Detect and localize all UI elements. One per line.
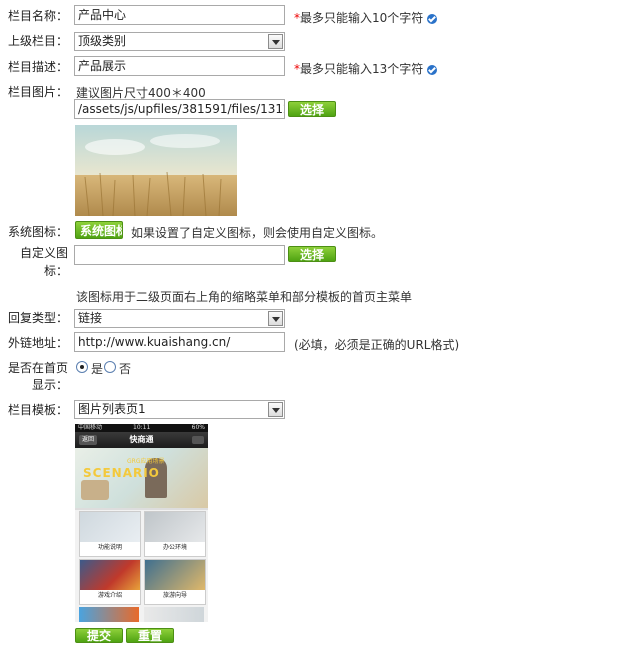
homepage-yes-label: 是 xyxy=(91,362,104,376)
tile-image xyxy=(145,560,205,590)
preview-tile: 旅游向导 xyxy=(144,559,206,605)
name-hint: *最多只能输入10个字符 xyxy=(294,9,438,26)
banner-small-text: GRG应用场景 xyxy=(127,458,165,465)
homepage-no-radio[interactable] xyxy=(104,361,116,373)
tile-label: 游戏介绍 xyxy=(97,592,122,599)
tile-image xyxy=(145,512,205,542)
tile-label: 办公环境 xyxy=(162,544,187,551)
check-icon xyxy=(427,64,438,75)
column-image xyxy=(75,125,237,216)
name-hint-text: 最多只能输入10个字符 xyxy=(300,11,424,25)
battery-text: 60% xyxy=(191,424,205,431)
desc-hint: *最多只能输入13个字符 xyxy=(294,60,438,77)
parent-select[interactable]: 顶级类别 xyxy=(74,32,285,51)
preview-tile-partial xyxy=(144,607,204,622)
name-input[interactable]: 产品中心 xyxy=(74,5,285,25)
template-label: 栏目模板： xyxy=(7,403,68,417)
choose-image-button[interactable]: 选择 xyxy=(288,101,336,117)
template-select-value: 图片列表页1 xyxy=(78,402,146,416)
tile-label: 功能说明 xyxy=(97,544,122,551)
submit-button[interactable]: 提交 xyxy=(75,628,123,643)
banner-shape xyxy=(81,480,109,500)
image-path-input[interactable]: /assets/js/upfiles/381591/files/131226 xyxy=(74,99,285,119)
parent-label: 上级栏目： xyxy=(7,34,68,48)
template-select[interactable]: 图片列表页1 xyxy=(74,400,285,419)
custom-icon-label-1: 自定义图 xyxy=(19,246,68,260)
preview-title: 快商通 xyxy=(129,435,154,444)
preview-tile-partial xyxy=(79,607,139,622)
carrier-text: 中国移动 xyxy=(78,424,103,431)
chevron-down-icon[interactable] xyxy=(268,402,283,417)
reply-type-label: 回复类型： xyxy=(7,311,68,325)
custom-icon-input[interactable] xyxy=(74,245,285,265)
preview-tile: 游戏介绍 xyxy=(79,559,141,605)
sys-icon-hint: 如果设置了自定义图标，则会使用自定义图标。 xyxy=(131,226,384,240)
link-label: 外链地址： xyxy=(7,336,68,350)
homepage-yes-radio[interactable] xyxy=(76,361,88,373)
custom-icon-desc: 该图标用于二级页面右上角的缩略菜单和部分模板的首页主菜单 xyxy=(76,290,413,304)
homepage-no-label: 否 xyxy=(119,362,132,376)
time-text: 10:11 xyxy=(133,424,151,431)
system-icon-button[interactable]: 系统图标 xyxy=(75,221,123,239)
custom-icon-label-2: 标： xyxy=(43,264,68,278)
template-preview: 中国移动 10:11 60% 返回 快商通 SCENARIO GRG应用场景 功… xyxy=(75,424,208,622)
name-label: 栏目名称： xyxy=(7,9,68,23)
desc-label: 栏目描述： xyxy=(7,60,68,74)
link-hint: (必填，必须是正确的URL格式) xyxy=(294,338,460,352)
banner-text: SCENARIO xyxy=(83,466,160,480)
check-icon xyxy=(427,13,438,24)
chevron-down-icon[interactable] xyxy=(268,34,283,49)
reply-type-select[interactable]: 链接 xyxy=(74,309,285,328)
tile-label: 旅游向导 xyxy=(162,592,187,599)
preview-tile: 功能说明 xyxy=(79,511,141,557)
chevron-down-icon[interactable] xyxy=(268,311,283,326)
preview-navbar: 返回 快商通 xyxy=(75,432,208,448)
reply-type-value: 链接 xyxy=(78,311,103,325)
reset-button[interactable]: 重置 xyxy=(126,628,174,643)
tile-image xyxy=(80,512,140,542)
preview-banner: SCENARIO GRG应用场景 xyxy=(75,448,208,508)
desc-hint-text: 最多只能输入13个字符 xyxy=(300,62,424,76)
status-bar: 中国移动 10:11 60% xyxy=(75,424,208,432)
tile-image xyxy=(80,560,140,590)
homepage-label-2: 显示： xyxy=(31,378,68,392)
choose-icon-button[interactable]: 选择 xyxy=(288,246,336,262)
menu-icon xyxy=(192,436,204,444)
banner-divider xyxy=(75,508,208,510)
link-input[interactable]: http://www.kuaishang.cn/ xyxy=(74,332,285,352)
parent-select-value: 顶级类别 xyxy=(78,34,127,48)
sys-icon-label: 系统图标： xyxy=(7,225,68,239)
desc-input[interactable]: 产品展示 xyxy=(74,56,285,76)
image-label: 栏目图片： xyxy=(7,85,68,99)
homepage-label-1: 是否在首页 xyxy=(7,361,68,375)
preview-tile: 办公环境 xyxy=(144,511,206,557)
